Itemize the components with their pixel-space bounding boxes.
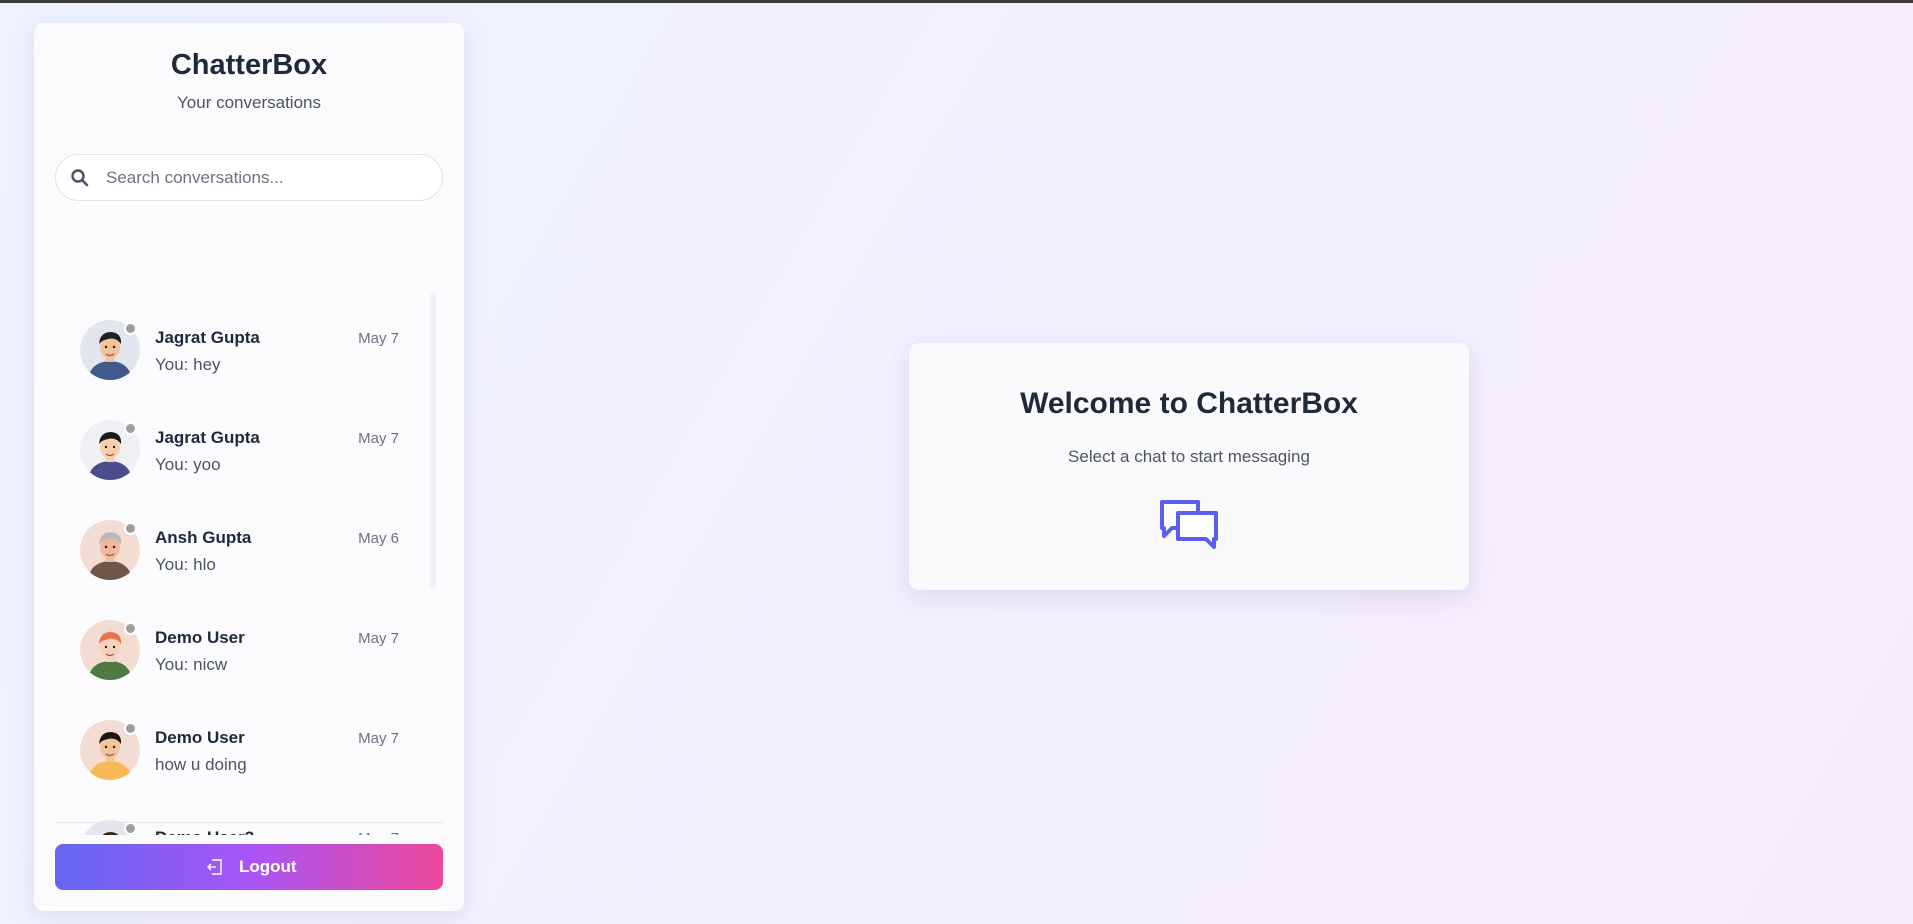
status-indicator xyxy=(124,822,137,835)
welcome-title: Welcome to ChatterBox xyxy=(1020,387,1358,420)
sidebar-divider xyxy=(55,822,443,823)
conversation-item-jagrat-gupta-1[interactable]: Jagrat Gupta May 7 You: hey xyxy=(34,293,464,393)
status-indicator xyxy=(124,622,137,635)
app-subtitle: Your conversations xyxy=(177,93,321,112)
search-bar[interactable] xyxy=(55,154,443,201)
conversation-item-ansh-gupta-3[interactable]: Ansh Gupta May 6 You: hlo xyxy=(34,493,464,593)
status-indicator xyxy=(124,522,137,535)
conversation-date: May 7 xyxy=(358,430,399,447)
sidebar: ChatterBox Your conversations Jagrat Gup… xyxy=(34,23,464,911)
avatar xyxy=(80,720,140,780)
conversation-name: Demo User xyxy=(155,728,245,747)
conversation-last-message: how u doing xyxy=(155,755,247,774)
conversation-name: Demo User xyxy=(155,628,245,647)
conversation-list[interactable]: Jagrat Gupta May 7 You: hey Jagrat Gupta May… xyxy=(34,293,464,835)
conversation-date: May 7 xyxy=(358,630,399,647)
conversation-name: Jagrat Gupta xyxy=(155,428,260,447)
conversation-name: Ansh Gupta xyxy=(155,528,252,547)
avatar xyxy=(80,320,140,380)
conversation-last-message: You: hey xyxy=(155,355,221,374)
logout-button[interactable]: Logout xyxy=(55,844,443,890)
status-indicator xyxy=(124,422,137,435)
conversation-item-demo-user-5[interactable]: Demo User May 7 how u doing xyxy=(34,693,464,793)
app-title: ChatterBox xyxy=(170,49,328,81)
conversation-name: Jagrat Gupta xyxy=(155,328,260,347)
avatar xyxy=(80,520,140,580)
conversation-date: May 7 xyxy=(334,830,399,835)
status-indicator xyxy=(124,722,137,735)
conversation-date: May 7 xyxy=(358,730,399,747)
avatar xyxy=(80,420,140,480)
conversation-item-demo-user-4[interactable]: Demo User May 7 You: nicw xyxy=(34,593,464,693)
logout-label: Logout xyxy=(239,857,297,876)
status-indicator xyxy=(124,322,137,335)
search-icon xyxy=(71,169,89,187)
conversation-item-demo-user3-6[interactable]: Demo User3 May 7 xyxy=(34,793,464,835)
welcome-subtitle: Select a chat to start messaging xyxy=(1068,447,1310,466)
avatar xyxy=(80,620,140,680)
conversation-date: May 6 xyxy=(358,530,399,547)
conversation-last-message: You: nicw xyxy=(155,655,228,674)
welcome-card: Welcome to ChatterBox Select a chat to s… xyxy=(909,343,1469,590)
conversation-last-message: You: hlo xyxy=(155,555,216,574)
logout-icon xyxy=(207,859,222,875)
conversation-date: May 7 xyxy=(358,330,399,347)
chat-bubbles-icon xyxy=(1160,500,1218,549)
search-input[interactable] xyxy=(106,155,432,200)
conversation-last-message: You: yoo xyxy=(155,455,221,474)
window-top-border xyxy=(0,0,1913,3)
conversation-name: Demo User3 xyxy=(155,828,254,835)
conversation-item-jagrat-gupta-2[interactable]: Jagrat Gupta May 7 You: yoo xyxy=(34,393,464,493)
